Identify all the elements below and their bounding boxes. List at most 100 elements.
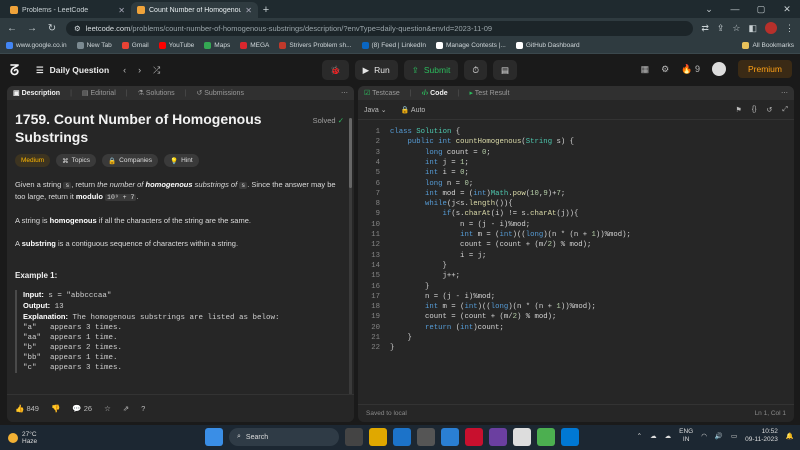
more-icon[interactable]: ⋯ bbox=[341, 89, 348, 97]
shuffle-icon[interactable]: ⤮ bbox=[153, 65, 160, 76]
code-line[interactable]: long count = 0; bbox=[390, 149, 491, 157]
language-indicator[interactable]: ENG IN bbox=[679, 428, 693, 444]
taskbar-search[interactable]: ⌕ Search bbox=[229, 428, 339, 446]
all-bookmarks-button[interactable]: All Bookmarks bbox=[742, 42, 794, 49]
github-icon[interactable] bbox=[513, 428, 531, 446]
fullscreen-icon[interactable]: ⤢ bbox=[782, 106, 788, 114]
forward-icon[interactable]: → bbox=[26, 23, 38, 34]
code-line[interactable]: public int countHomogenous(String s) { bbox=[390, 138, 574, 146]
notification-icon[interactable]: 🔔 bbox=[786, 432, 794, 440]
mail-icon[interactable] bbox=[441, 428, 459, 446]
bookmark-item[interactable]: GitHub Dashboard bbox=[515, 42, 580, 49]
problem-list-button[interactable]: ☰ Daily Question bbox=[36, 65, 109, 76]
code-line[interactable]: class Solution { bbox=[390, 128, 460, 136]
tab-test-result[interactable]: ▸ Test Result bbox=[469, 89, 509, 97]
code-line[interactable]: } bbox=[390, 283, 429, 291]
chrome-icon[interactable] bbox=[537, 428, 555, 446]
favorite-button[interactable]: ☆ bbox=[104, 404, 111, 413]
companies-button[interactable]: 🔒 Companies bbox=[102, 154, 159, 167]
help-button[interactable]: ? bbox=[141, 404, 145, 413]
hint-button[interactable]: 💡 Hint bbox=[164, 154, 199, 167]
code-line[interactable]: long n = 0; bbox=[390, 180, 473, 188]
onedrive-icon[interactable]: ☁ bbox=[665, 432, 672, 440]
more-icon[interactable]: ⋯ bbox=[781, 89, 788, 97]
close-icon[interactable]: ✕ bbox=[245, 6, 252, 15]
prev-problem-icon[interactable]: ‹ bbox=[123, 65, 126, 76]
code-line[interactable]: count = (count + (m/2) % mod); bbox=[390, 313, 556, 321]
tab-search-icon[interactable]: ⌄ bbox=[696, 0, 722, 18]
new-tab-button[interactable]: + bbox=[258, 2, 274, 18]
code-line[interactable]: return (int)count; bbox=[390, 324, 504, 332]
vscode-icon[interactable] bbox=[561, 428, 579, 446]
windows-start-icon[interactable] bbox=[205, 428, 223, 446]
code-line[interactable]: int i = 0; bbox=[390, 169, 469, 177]
bookmark-item[interactable]: www.google.co.in bbox=[6, 42, 67, 49]
task-view-icon[interactable] bbox=[345, 428, 363, 446]
star-icon[interactable]: ☆ bbox=[732, 23, 740, 34]
code-line[interactable]: if(s.charAt(i) != s.charAt(j)){ bbox=[390, 210, 579, 218]
description-scrollbar[interactable] bbox=[349, 118, 352, 394]
bookmark-item[interactable]: Gmail bbox=[121, 42, 149, 49]
share-button[interactable]: ⇗ bbox=[123, 404, 129, 413]
tab-submissions[interactable]: ↺ Submissions bbox=[196, 89, 244, 97]
streak-counter[interactable]: 🔥 9 bbox=[681, 64, 700, 75]
address-bar[interactable]: ⚙ leetcode.com/problems/count-number-of-… bbox=[66, 20, 694, 36]
weather-widget[interactable]: 27°C Haze bbox=[8, 431, 37, 445]
menu-icon[interactable]: ⋮ bbox=[785, 23, 794, 34]
code-line[interactable]: n = (j - i)%mod; bbox=[390, 293, 495, 301]
bookmark-item[interactable]: MEGA bbox=[240, 42, 269, 49]
code-line[interactable]: count = (count + (m/2) % mod); bbox=[390, 241, 591, 249]
timer-button[interactable]: ⏱ bbox=[464, 60, 487, 80]
reload-icon[interactable]: ↻ bbox=[46, 23, 58, 34]
like-button[interactable]: 👍 849 bbox=[15, 404, 39, 413]
profile-avatar[interactable] bbox=[765, 22, 777, 34]
submit-button[interactable]: ⇪ Submit bbox=[403, 60, 459, 80]
bookmark-item[interactable]: Maps bbox=[204, 42, 230, 49]
autocomplete-toggle[interactable]: 🔒 Auto bbox=[401, 106, 426, 114]
share-icon[interactable]: ⇪ bbox=[717, 23, 725, 34]
bookmark-item[interactable]: New Tab bbox=[76, 42, 112, 49]
translate-icon[interactable]: ⇄ bbox=[701, 23, 709, 34]
clock[interactable]: 10:52 09-11-2023 bbox=[745, 428, 778, 444]
comments-button[interactable]: 💬 26 bbox=[72, 404, 92, 413]
premium-button[interactable]: Premium bbox=[737, 60, 792, 78]
next-problem-icon[interactable]: › bbox=[138, 65, 141, 76]
topics-button[interactable]: ⌘ Topics bbox=[56, 154, 97, 167]
battery-icon[interactable]: ▭ bbox=[731, 432, 737, 440]
language-select[interactable]: Java ⌄ bbox=[364, 106, 387, 114]
tray-chevron-icon[interactable]: ⌃ bbox=[637, 432, 642, 440]
debug-button[interactable]: 🐞 bbox=[322, 60, 349, 80]
code-line[interactable]: int j = 1; bbox=[390, 159, 469, 167]
close-window-icon[interactable]: ✕ bbox=[774, 0, 800, 18]
code-line[interactable]: } bbox=[390, 262, 447, 270]
code-line[interactable]: } bbox=[390, 344, 394, 352]
wifi-icon[interactable]: ◠ bbox=[701, 432, 707, 440]
code-line[interactable]: int m = (int)((long)(n * (n + 1))%mod); bbox=[390, 231, 631, 239]
back-icon[interactable]: ← bbox=[6, 23, 18, 34]
tab-code[interactable]: ‹/› Code bbox=[422, 90, 448, 97]
close-icon[interactable]: ✕ bbox=[118, 6, 125, 15]
tab-solutions[interactable]: ⚗ Solutions bbox=[138, 89, 175, 97]
volume-icon[interactable]: 🔊 bbox=[715, 432, 723, 440]
tab-editorial[interactable]: ▤ Editorial bbox=[82, 89, 116, 97]
leetcode-logo-icon[interactable]: ᘔ bbox=[10, 62, 26, 78]
cloud-icon[interactable]: ☁ bbox=[650, 432, 657, 440]
dislike-button[interactable]: 👎 bbox=[51, 404, 60, 413]
settings-icon[interactable]: ⚙ bbox=[661, 64, 669, 75]
store-icon[interactable] bbox=[417, 428, 435, 446]
notes-button[interactable]: ▤ bbox=[492, 60, 517, 80]
code-line[interactable]: n = (j - i)%mod; bbox=[390, 221, 530, 229]
edge-icon[interactable] bbox=[393, 428, 411, 446]
user-avatar[interactable] bbox=[711, 62, 726, 76]
browser-tab-active[interactable]: Count Number of Homogenous ✕ bbox=[131, 2, 258, 18]
bookmark-item[interactable]: YouTube bbox=[158, 42, 194, 49]
app-icon[interactable] bbox=[489, 428, 507, 446]
code-line[interactable]: while(j<s.length()){ bbox=[390, 200, 513, 208]
code-line[interactable]: int m = (int)((long)(n * (n + 1))%mod); bbox=[390, 303, 596, 311]
reset-icon[interactable]: ↺ bbox=[767, 106, 773, 114]
bookmark-item[interactable]: Manage Contests |... bbox=[435, 42, 506, 49]
difficulty-badge[interactable]: Medium bbox=[15, 154, 51, 167]
code-line[interactable]: int mod = (int)Math.pow(10,9)+7; bbox=[390, 190, 565, 198]
code-line[interactable]: j++; bbox=[390, 272, 461, 280]
extensions-icon[interactable]: ◧ bbox=[748, 23, 757, 34]
